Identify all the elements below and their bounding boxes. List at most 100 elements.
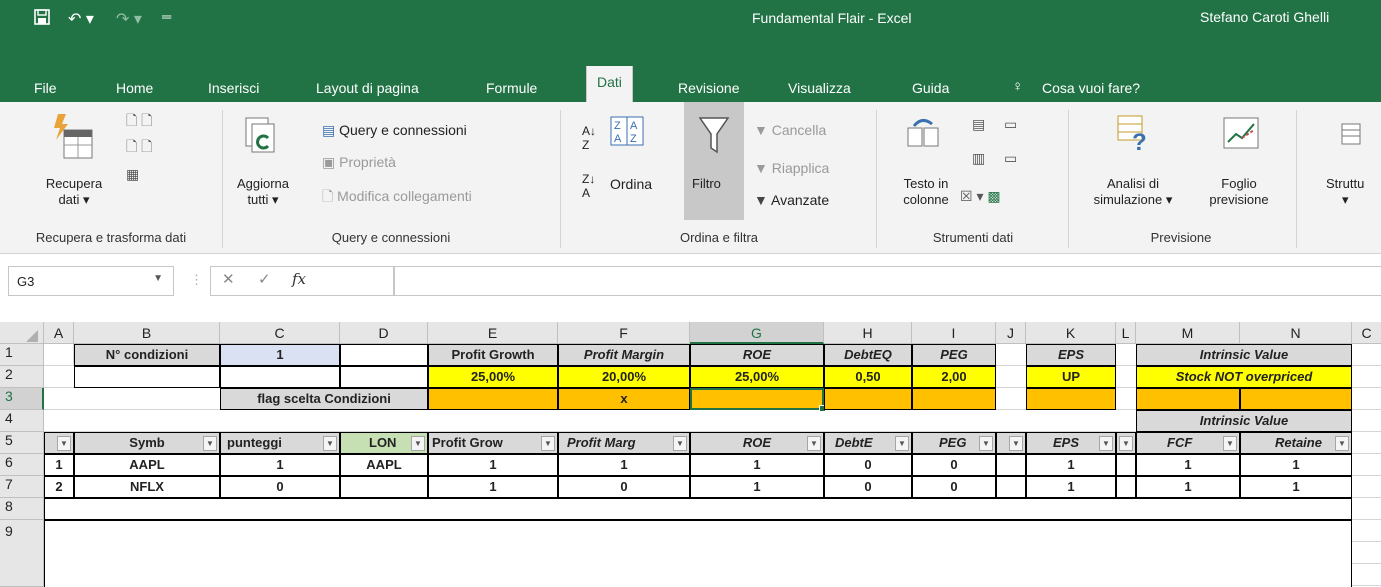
- cell-k5[interactable]: EPS ▼: [1026, 432, 1116, 454]
- cell-m3[interactable]: [1136, 388, 1240, 410]
- ordina-button[interactable]: Ordina: [610, 176, 652, 192]
- cell-mn2[interactable]: Stock NOT overpriced: [1136, 366, 1352, 388]
- column-header-d[interactable]: D: [340, 322, 428, 344]
- column-header-b[interactable]: B: [74, 322, 220, 344]
- sort-dialog-icon[interactable]: ZAAZ: [610, 116, 644, 149]
- cell-d5[interactable]: LON ▼: [340, 432, 428, 454]
- query-connessioni-button[interactable]: ▤ Query e connessioni: [322, 122, 467, 139]
- cell-c7[interactable]: 0: [220, 476, 340, 498]
- customize-qat-icon[interactable]: ═: [162, 9, 171, 24]
- cell-c1[interactable]: 1: [220, 344, 340, 366]
- filter-dropdown-icon[interactable]: ▼: [1009, 436, 1023, 451]
- column-header-h[interactable]: H: [824, 322, 912, 344]
- column-header-e[interactable]: E: [428, 322, 558, 344]
- column-header-l[interactable]: L: [1116, 322, 1136, 344]
- cell-i5[interactable]: PEG ▼: [912, 432, 996, 454]
- confirm-icon[interactable]: ✓: [258, 270, 271, 288]
- column-header-n[interactable]: N: [1240, 322, 1352, 344]
- sort-az-icon[interactable]: A↓ Z: [582, 124, 596, 152]
- cell-k1[interactable]: EPS: [1026, 344, 1116, 366]
- cell-h5[interactable]: DebtE ▼: [824, 432, 912, 454]
- cell-g2[interactable]: 25,00%: [690, 366, 824, 388]
- name-box[interactable]: G3 ▼: [8, 266, 174, 296]
- filter-dropdown-icon[interactable]: ▼: [541, 436, 555, 451]
- tab-dati[interactable]: Dati: [586, 66, 633, 102]
- cell-i7[interactable]: 0: [912, 476, 996, 498]
- row-header-2[interactable]: 2: [0, 366, 44, 388]
- filtro-button[interactable]: Filtro: [684, 102, 744, 220]
- relationships-icon[interactable]: ▭: [1004, 150, 1017, 167]
- cell-a6[interactable]: 1: [44, 454, 74, 476]
- tab-file[interactable]: File: [26, 74, 65, 102]
- filter-dropdown-icon[interactable]: ▼: [1223, 436, 1237, 451]
- column-header-g[interactable]: G: [690, 322, 824, 344]
- cell-n6[interactable]: 1: [1240, 454, 1352, 476]
- cell-k7[interactable]: 1: [1026, 476, 1116, 498]
- cancel-icon[interactable]: ✕: [222, 270, 235, 288]
- cell-b2[interactable]: [74, 366, 220, 388]
- foglio-previsione-button[interactable]: Foglio previsione: [1196, 176, 1282, 208]
- column-header-f[interactable]: F: [558, 322, 690, 344]
- from-web-icon[interactable]: 🗋 🗋: [126, 136, 152, 160]
- cell-cd3[interactable]: flag scelta Condizioni: [220, 388, 428, 410]
- cell-m6[interactable]: 1: [1136, 454, 1240, 476]
- user-name[interactable]: Stefano Caroti Ghelli: [1200, 9, 1329, 25]
- cell-f1[interactable]: Profit Margin: [558, 344, 690, 366]
- row-header-9[interactable]: 9: [0, 520, 44, 587]
- select-all-corner[interactable]: [0, 322, 44, 344]
- cell-f2[interactable]: 20,00%: [558, 366, 690, 388]
- row-header-8[interactable]: 8: [0, 498, 44, 520]
- data-validation-icon[interactable]: ☒ ▾ ▩: [960, 188, 1001, 205]
- cell-l5[interactable]: ▼: [1116, 432, 1136, 454]
- row-header-5[interactable]: 5: [0, 432, 44, 454]
- filter-dropdown-icon[interactable]: ▼: [673, 436, 687, 451]
- cell-l6[interactable]: [1116, 454, 1136, 476]
- cell-h1[interactable]: DebtEQ: [824, 344, 912, 366]
- remove-duplicates-icon[interactable]: ▥: [972, 150, 985, 167]
- tab-revisione[interactable]: Revisione: [670, 74, 747, 102]
- cell-i2[interactable]: 2,00: [912, 366, 996, 388]
- cell-i3[interactable]: [912, 388, 996, 410]
- cell-g5[interactable]: ROE ▼: [690, 432, 824, 454]
- column-header-j[interactable]: J: [996, 322, 1026, 344]
- save-icon[interactable]: [34, 9, 50, 30]
- cell-c2[interactable]: [220, 366, 340, 388]
- filter-dropdown-icon[interactable]: ▼: [979, 436, 993, 451]
- cell-k2[interactable]: UP: [1026, 366, 1116, 388]
- tab-guida[interactable]: Guida: [904, 74, 957, 102]
- cell-i1[interactable]: PEG: [912, 344, 996, 366]
- cell-e3[interactable]: [428, 388, 558, 410]
- cell-a5[interactable]: ▼: [44, 432, 74, 454]
- tab-formule[interactable]: Formule: [478, 74, 545, 102]
- filter-dropdown-icon[interactable]: ▼: [57, 436, 71, 451]
- insert-function-icon[interactable]: fx: [292, 270, 306, 288]
- aggiorna-tutti-button[interactable]: Aggiorna tutti ▾: [228, 176, 298, 208]
- formula-input[interactable]: [394, 266, 1381, 296]
- cell-d1[interactable]: [340, 344, 428, 366]
- cell-h3[interactable]: [824, 388, 912, 410]
- tab-inserisci[interactable]: Inserisci: [200, 74, 267, 102]
- cell-m7[interactable]: 1: [1136, 476, 1240, 498]
- cell-j7[interactable]: [996, 476, 1026, 498]
- row-9-cells[interactable]: [44, 520, 1352, 587]
- cell-g1[interactable]: ROE: [690, 344, 824, 366]
- filter-dropdown-icon[interactable]: ▼: [323, 436, 337, 451]
- row-8-cells[interactable]: [44, 498, 1352, 520]
- cell-d2[interactable]: [340, 366, 428, 388]
- cell-f5[interactable]: Profit Marg ▼: [558, 432, 690, 454]
- cell-g7[interactable]: 1: [690, 476, 824, 498]
- column-header-o[interactable]: C: [1352, 322, 1381, 344]
- cell-d7[interactable]: [340, 476, 428, 498]
- cell-h7[interactable]: 0: [824, 476, 912, 498]
- filter-dropdown-icon[interactable]: ▼: [1335, 436, 1349, 451]
- column-header-a[interactable]: A: [44, 322, 74, 344]
- cell-b6[interactable]: AAPL: [74, 454, 220, 476]
- cell-e5[interactable]: Profit Grow ▼: [428, 432, 558, 454]
- cell-a1[interactable]: [44, 344, 74, 366]
- filter-dropdown-icon[interactable]: ▼: [1099, 436, 1113, 451]
- from-text-icon[interactable]: 🗋 🗋: [126, 110, 152, 134]
- cell-j5[interactable]: ▼: [996, 432, 1026, 454]
- cell-i6[interactable]: 0: [912, 454, 996, 476]
- cell-b7[interactable]: NFLX: [74, 476, 220, 498]
- tell-me-search[interactable]: Cosa vuoi fare?: [1034, 74, 1148, 102]
